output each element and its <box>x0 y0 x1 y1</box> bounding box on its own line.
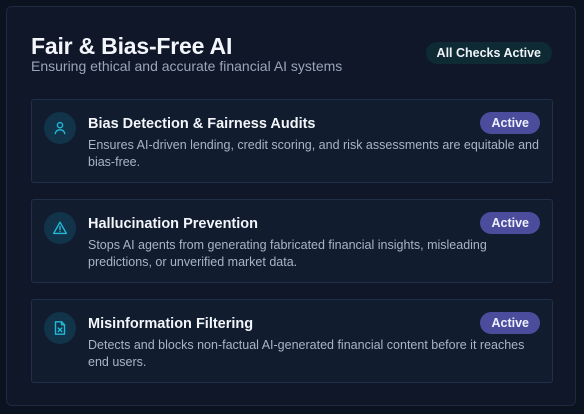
item-title: Hallucination Prevention <box>88 216 258 232</box>
status-badge: Active <box>480 112 540 134</box>
item-description: Detects and blocks non-factual AI-genera… <box>88 338 525 369</box>
hallucination-prevention-item: Hallucination Prevention Stops AI agents… <box>31 199 553 283</box>
page-title: Fair & Bias-Free AI <box>31 33 233 59</box>
item-title: Misinformation Filtering <box>88 316 254 332</box>
all-checks-status-badge: All Checks Active <box>425 42 552 64</box>
warning-triangle-icon <box>44 212 76 244</box>
fair-ai-card: Fair & Bias-Free AI Ensuring ethical and… <box>6 6 576 406</box>
item-description: Ensures AI-driven lending, credit scorin… <box>88 138 539 169</box>
file-x-icon <box>44 312 76 344</box>
status-badge: Active <box>480 212 540 234</box>
bias-detection-item: Bias Detection & Fairness Audits Ensures… <box>31 99 553 183</box>
user-icon <box>44 112 76 144</box>
item-description: Stops AI agents from generating fabricat… <box>88 238 487 269</box>
status-badge: Active <box>480 312 540 334</box>
item-title: Bias Detection & Fairness Audits <box>88 116 316 132</box>
misinformation-filtering-item: Misinformation Filtering Detects and blo… <box>31 299 553 383</box>
page-subtitle: Ensuring ethical and accurate financial … <box>31 58 343 74</box>
